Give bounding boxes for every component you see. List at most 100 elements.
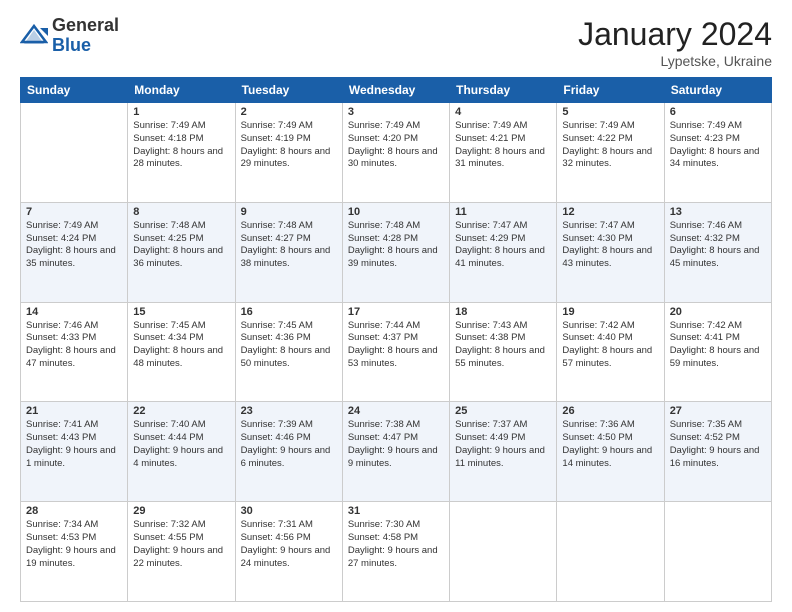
page: General Blue January 2024 Lypetske, Ukra…: [0, 0, 792, 612]
calendar-cell: 2 Sunrise: 7:49 AMSunset: 4:19 PMDaylight…: [235, 103, 342, 203]
calendar-cell: 13 Sunrise: 7:46 AMSunset: 4:32 PMDayligh…: [664, 202, 771, 302]
cell-day-number: 9: [241, 206, 337, 218]
cell-day-number: 16: [241, 306, 337, 318]
cell-day-number: 12: [562, 206, 658, 218]
calendar-cell: 7Sunrise: 7:49 AMSunset: 4:24 PMDaylight…: [21, 202, 128, 302]
calendar-cell: [664, 502, 771, 602]
cell-day-number: 5: [562, 106, 658, 118]
calendar-cell: 28Sunrise: 7:34 AMSunset: 4:53 PMDayligh…: [21, 502, 128, 602]
calendar-cell: 21 Sunrise: 7:41 AMSunset: 4:43 PMDayligh…: [21, 402, 128, 502]
cell-info: Sunrise: 7:41 AMSunset: 4:43 PMDaylight:…: [26, 419, 122, 470]
col-header-wednesday: Wednesday: [342, 78, 449, 103]
calendar-week-row: 14Sunrise: 7:46 AMSunset: 4:33 PMDayligh…: [21, 302, 772, 402]
cell-info: Sunrise: 7:37 AMSunset: 4:49 PMDaylight:…: [455, 419, 551, 470]
calendar-cell: 1 Sunrise: 7:49 AMSunset: 4:18 PMDaylight…: [128, 103, 235, 203]
cell-info: Sunrise: 7:39 AMSunset: 4:46 PMDaylight:…: [241, 419, 337, 470]
cell-day-number: 20: [670, 306, 766, 318]
cell-day-number: 27: [670, 405, 766, 417]
calendar-cell: 25 Sunrise: 7:37 AMSunset: 4:49 PMDayligh…: [450, 402, 557, 502]
cell-info: Sunrise: 7:38 AMSunset: 4:47 PMDaylight:…: [348, 419, 444, 470]
cell-day-number: 23: [241, 405, 337, 417]
calendar-cell: 4 Sunrise: 7:49 AMSunset: 4:21 PMDaylight…: [450, 103, 557, 203]
calendar-cell: 18Sunrise: 7:43 AMSunset: 4:38 PMDayligh…: [450, 302, 557, 402]
cell-day-number: 19: [562, 306, 658, 318]
calendar-cell: 27 Sunrise: 7:35 AMSunset: 4:52 PMDayligh…: [664, 402, 771, 502]
calendar-cell: 17 Sunrise: 7:44 AMSunset: 4:37 PMDayligh…: [342, 302, 449, 402]
calendar-cell: 12 Sunrise: 7:47 AMSunset: 4:30 PMDayligh…: [557, 202, 664, 302]
cell-day-number: 8: [133, 206, 229, 218]
cell-day-number: 14: [26, 306, 122, 318]
cell-info: Sunrise: 7:32 AMSunset: 4:55 PMDaylight:…: [133, 519, 229, 570]
cell-info: Sunrise: 7:49 AMSunset: 4:21 PMDaylight:…: [455, 120, 551, 171]
col-header-monday: Monday: [128, 78, 235, 103]
col-header-tuesday: Tuesday: [235, 78, 342, 103]
cell-day-number: 10: [348, 206, 444, 218]
cell-day-number: 24: [348, 405, 444, 417]
cell-info: Sunrise: 7:48 AMSunset: 4:28 PMDaylight:…: [348, 220, 444, 271]
cell-day-number: 21: [26, 405, 122, 417]
month-title: January 2024: [578, 16, 772, 53]
header: General Blue January 2024 Lypetske, Ukra…: [20, 16, 772, 69]
cell-day-number: 13: [670, 206, 766, 218]
calendar-cell: 19 Sunrise: 7:42 AMSunset: 4:40 PMDayligh…: [557, 302, 664, 402]
calendar-table: SundayMondayTuesdayWednesdayThursdayFrid…: [20, 77, 772, 602]
cell-day-number: 25: [455, 405, 551, 417]
calendar-cell: 10 Sunrise: 7:48 AMSunset: 4:28 PMDayligh…: [342, 202, 449, 302]
calendar-week-row: 7Sunrise: 7:49 AMSunset: 4:24 PMDaylight…: [21, 202, 772, 302]
cell-info: Sunrise: 7:35 AMSunset: 4:52 PMDaylight:…: [670, 419, 766, 470]
cell-info: Sunrise: 7:47 AMSunset: 4:30 PMDaylight:…: [562, 220, 658, 271]
cell-day-number: 31: [348, 505, 444, 517]
cell-info: Sunrise: 7:42 AMSunset: 4:40 PMDaylight:…: [562, 320, 658, 371]
cell-info: Sunrise: 7:42 AMSunset: 4:41 PMDaylight:…: [670, 320, 766, 371]
cell-info: Sunrise: 7:49 AMSunset: 4:23 PMDaylight:…: [670, 120, 766, 171]
cell-day-number: 15: [133, 306, 229, 318]
cell-info: Sunrise: 7:45 AMSunset: 4:34 PMDaylight:…: [133, 320, 229, 371]
cell-info: Sunrise: 7:49 AMSunset: 4:24 PMDaylight:…: [26, 220, 122, 271]
cell-info: Sunrise: 7:44 AMSunset: 4:37 PMDaylight:…: [348, 320, 444, 371]
cell-info: Sunrise: 7:49 AMSunset: 4:19 PMDaylight:…: [241, 120, 337, 171]
calendar-cell: [450, 502, 557, 602]
calendar-week-row: 21 Sunrise: 7:41 AMSunset: 4:43 PMDayligh…: [21, 402, 772, 502]
calendar-cell: 23 Sunrise: 7:39 AMSunset: 4:46 PMDayligh…: [235, 402, 342, 502]
logo-text: General Blue: [52, 16, 119, 56]
col-header-saturday: Saturday: [664, 78, 771, 103]
cell-day-number: 18: [455, 306, 551, 318]
cell-info: Sunrise: 7:34 AMSunset: 4:53 PMDaylight:…: [26, 519, 122, 570]
calendar-cell: 8 Sunrise: 7:48 AMSunset: 4:25 PMDaylight…: [128, 202, 235, 302]
calendar-cell: 29Sunrise: 7:32 AMSunset: 4:55 PMDayligh…: [128, 502, 235, 602]
cell-info: Sunrise: 7:31 AMSunset: 4:56 PMDaylight:…: [241, 519, 337, 570]
cell-day-number: 11: [455, 206, 551, 218]
calendar-cell: [21, 103, 128, 203]
calendar-cell: 15 Sunrise: 7:45 AMSunset: 4:34 PMDayligh…: [128, 302, 235, 402]
cell-day-number: 30: [241, 505, 337, 517]
col-header-sunday: Sunday: [21, 78, 128, 103]
col-header-friday: Friday: [557, 78, 664, 103]
cell-info: Sunrise: 7:45 AMSunset: 4:36 PMDaylight:…: [241, 320, 337, 371]
calendar-cell: 22Sunrise: 7:40 AMSunset: 4:44 PMDayligh…: [128, 402, 235, 502]
calendar-cell: 9 Sunrise: 7:48 AMSunset: 4:27 PMDaylight…: [235, 202, 342, 302]
title-block: January 2024 Lypetske, Ukraine: [578, 16, 772, 69]
location: Lypetske, Ukraine: [578, 53, 772, 69]
cell-day-number: 1: [133, 106, 229, 118]
cell-info: Sunrise: 7:36 AMSunset: 4:50 PMDaylight:…: [562, 419, 658, 470]
cell-info: Sunrise: 7:47 AMSunset: 4:29 PMDaylight:…: [455, 220, 551, 271]
cell-day-number: 22: [133, 405, 229, 417]
cell-info: Sunrise: 7:48 AMSunset: 4:25 PMDaylight:…: [133, 220, 229, 271]
logo: General Blue: [20, 16, 119, 56]
calendar-cell: 20 Sunrise: 7:42 AMSunset: 4:41 PMDayligh…: [664, 302, 771, 402]
calendar-cell: 6Sunrise: 7:49 AMSunset: 4:23 PMDaylight…: [664, 103, 771, 203]
cell-info: Sunrise: 7:48 AMSunset: 4:27 PMDaylight:…: [241, 220, 337, 271]
cell-day-number: 4: [455, 106, 551, 118]
cell-day-number: 2: [241, 106, 337, 118]
cell-day-number: 3: [348, 106, 444, 118]
calendar-week-row: 28Sunrise: 7:34 AMSunset: 4:53 PMDayligh…: [21, 502, 772, 602]
cell-day-number: 17: [348, 306, 444, 318]
calendar-cell: 24 Sunrise: 7:38 AMSunset: 4:47 PMDayligh…: [342, 402, 449, 502]
calendar-cell: [557, 502, 664, 602]
calendar-cell: 26Sunrise: 7:36 AMSunset: 4:50 PMDayligh…: [557, 402, 664, 502]
cell-info: Sunrise: 7:49 AMSunset: 4:18 PMDaylight:…: [133, 120, 229, 171]
cell-info: Sunrise: 7:49 AMSunset: 4:20 PMDaylight:…: [348, 120, 444, 171]
calendar-header-row: SundayMondayTuesdayWednesdayThursdayFrid…: [21, 78, 772, 103]
cell-info: Sunrise: 7:46 AMSunset: 4:32 PMDaylight:…: [670, 220, 766, 271]
calendar-cell: 11 Sunrise: 7:47 AMSunset: 4:29 PMDayligh…: [450, 202, 557, 302]
